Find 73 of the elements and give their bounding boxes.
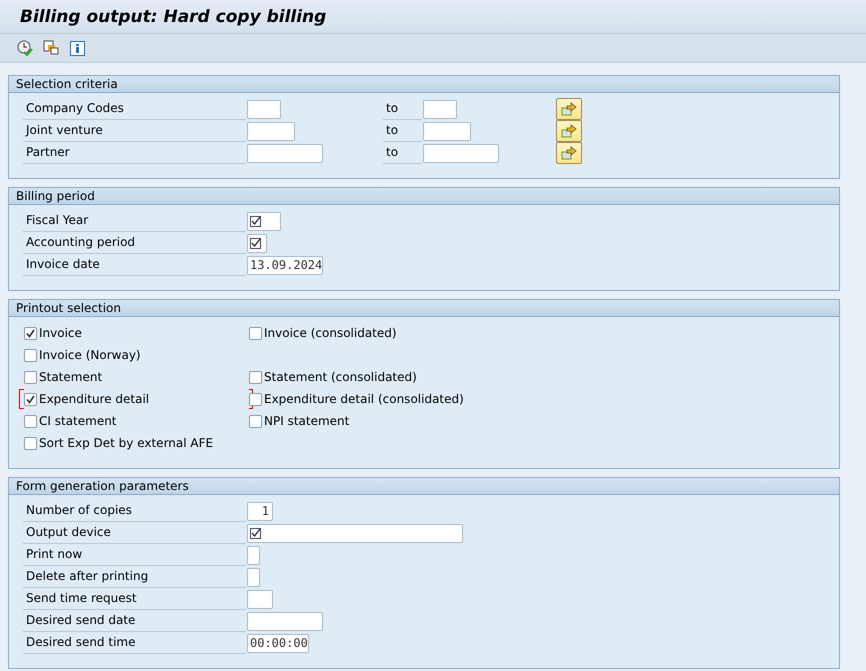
field-label: Accounting period	[23, 232, 246, 254]
checkbox-label: Invoice (Norway)	[39, 348, 141, 362]
input-field[interactable]	[247, 524, 463, 542]
checkbox[interactable]	[24, 370, 37, 384]
field-label: Fiscal Year	[23, 210, 246, 232]
field-label: Desired send time	[23, 632, 246, 654]
checkbox-label: Sort Exp Det by external AFE	[39, 436, 214, 450]
checkbox-label: NPI statement	[264, 414, 350, 428]
input-field[interactable]	[423, 144, 499, 162]
window-title: Billing output: Hard copy billing	[20, 6, 326, 26]
field-label: Invoice date	[23, 254, 246, 276]
input-field[interactable]	[423, 100, 457, 118]
checkbox[interactable]	[24, 326, 37, 340]
input-field[interactable]	[423, 122, 471, 140]
input-field[interactable]	[247, 144, 323, 162]
section-header: Selection criteria	[9, 76, 839, 93]
checkbox[interactable]	[249, 414, 262, 428]
input-field[interactable]: 13.09.2024	[247, 256, 323, 274]
checkbox[interactable]	[24, 414, 37, 428]
arrow-out-of-box-icon	[561, 102, 577, 116]
arrow-out-of-box-icon	[561, 124, 577, 138]
section-header: Billing period	[9, 188, 839, 205]
to-label: to	[383, 142, 422, 164]
checkbox-label: Expenditure detail (consolidated)	[264, 392, 464, 406]
checkbox-label: Statement (consolidated)	[264, 370, 417, 384]
checkbox-label: Invoice (consolidated)	[264, 326, 397, 340]
field-label: Desired send date	[23, 610, 246, 632]
section-header: Printout selection	[9, 300, 839, 317]
checkbox-label: Statement	[39, 370, 102, 384]
multiple-selection-button[interactable]	[556, 120, 582, 142]
field-label: Company Codes	[23, 98, 246, 120]
checkbox[interactable]	[24, 392, 37, 406]
multiple-selection-button[interactable]	[556, 142, 582, 164]
field-label: Partner	[23, 142, 246, 164]
to-label: to	[383, 98, 422, 120]
copy-icon	[43, 40, 59, 56]
input-field[interactable]	[247, 122, 295, 140]
info-icon	[70, 40, 84, 56]
to-label: to	[383, 120, 422, 142]
multiple-selection-button[interactable]	[556, 98, 582, 120]
checkbox[interactable]	[24, 436, 37, 450]
check-mark-icon	[26, 394, 35, 404]
checkbox[interactable]	[249, 326, 262, 340]
input-field[interactable]	[247, 212, 281, 230]
input-field[interactable]: 00:00:00	[247, 634, 309, 652]
clock-check-icon	[17, 40, 33, 56]
input-field[interactable]	[247, 234, 267, 252]
field-label: Output device	[23, 522, 246, 544]
checkbox[interactable]	[249, 392, 262, 406]
field-label: Joint venture	[23, 120, 246, 142]
section-header: Form generation parameters	[9, 478, 839, 495]
required-entry-icon	[250, 216, 261, 226]
required-entry-icon	[250, 528, 261, 538]
required-entry-icon	[250, 238, 261, 248]
field-label: Number of copies	[23, 500, 246, 522]
input-field[interactable]	[247, 546, 260, 564]
checkbox-label: Expenditure detail	[39, 392, 150, 406]
checkbox[interactable]	[24, 348, 37, 362]
input-field[interactable]	[247, 590, 273, 608]
checkbox-label: CI statement	[39, 414, 117, 428]
field-label: Send time request	[23, 588, 246, 610]
check-mark-icon	[26, 328, 35, 338]
arrow-out-of-box-icon	[561, 146, 577, 160]
checkbox[interactable]	[249, 370, 262, 384]
info-button[interactable]	[67, 38, 87, 58]
input-field[interactable]	[247, 612, 323, 630]
input-field[interactable]: 1	[247, 502, 273, 520]
input-field[interactable]	[247, 568, 260, 586]
execute-button[interactable]	[15, 38, 35, 58]
field-label: Delete after printing	[23, 566, 246, 588]
input-field[interactable]	[247, 100, 281, 118]
checkbox-label: Invoice	[39, 326, 82, 340]
field-label: Print now	[23, 544, 246, 566]
